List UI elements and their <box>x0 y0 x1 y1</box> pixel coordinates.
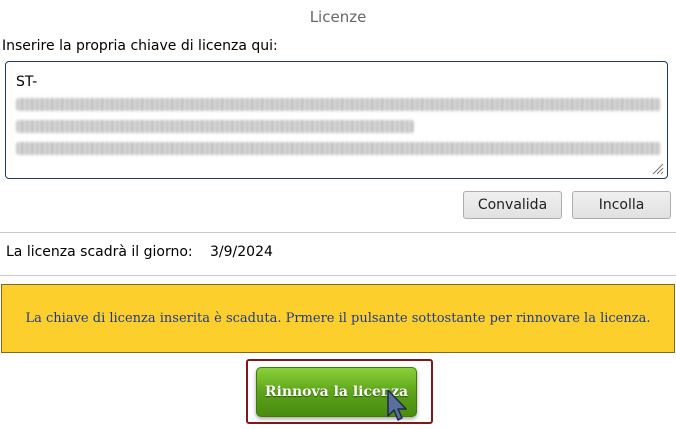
license-key-value: ST- <box>16 74 38 90</box>
resize-grip-icon[interactable] <box>650 161 664 175</box>
validate-button[interactable]: Convalida <box>463 191 562 219</box>
warning-message: La chiave di licenza inserita è scaduta.… <box>25 311 651 326</box>
paste-button[interactable]: Incolla <box>572 191 671 219</box>
redacted-key-line <box>16 120 414 133</box>
expired-warning-banner: La chiave di licenza inserita è scaduta.… <box>1 284 675 353</box>
redacted-key-line <box>16 98 661 111</box>
expiry-date: 3/9/2024 <box>210 244 273 260</box>
license-key-prompt: Inserire la propria chiave di licenza qu… <box>2 38 278 54</box>
mouse-pointer-icon <box>387 389 407 421</box>
license-key-field[interactable]: ST- <box>5 61 668 179</box>
divider <box>0 275 676 276</box>
redacted-key-line <box>16 142 661 155</box>
expiry-label: La licenza scadrà il giorno: <box>6 244 193 260</box>
divider <box>0 232 676 233</box>
page-title: Licenze <box>309 8 367 26</box>
